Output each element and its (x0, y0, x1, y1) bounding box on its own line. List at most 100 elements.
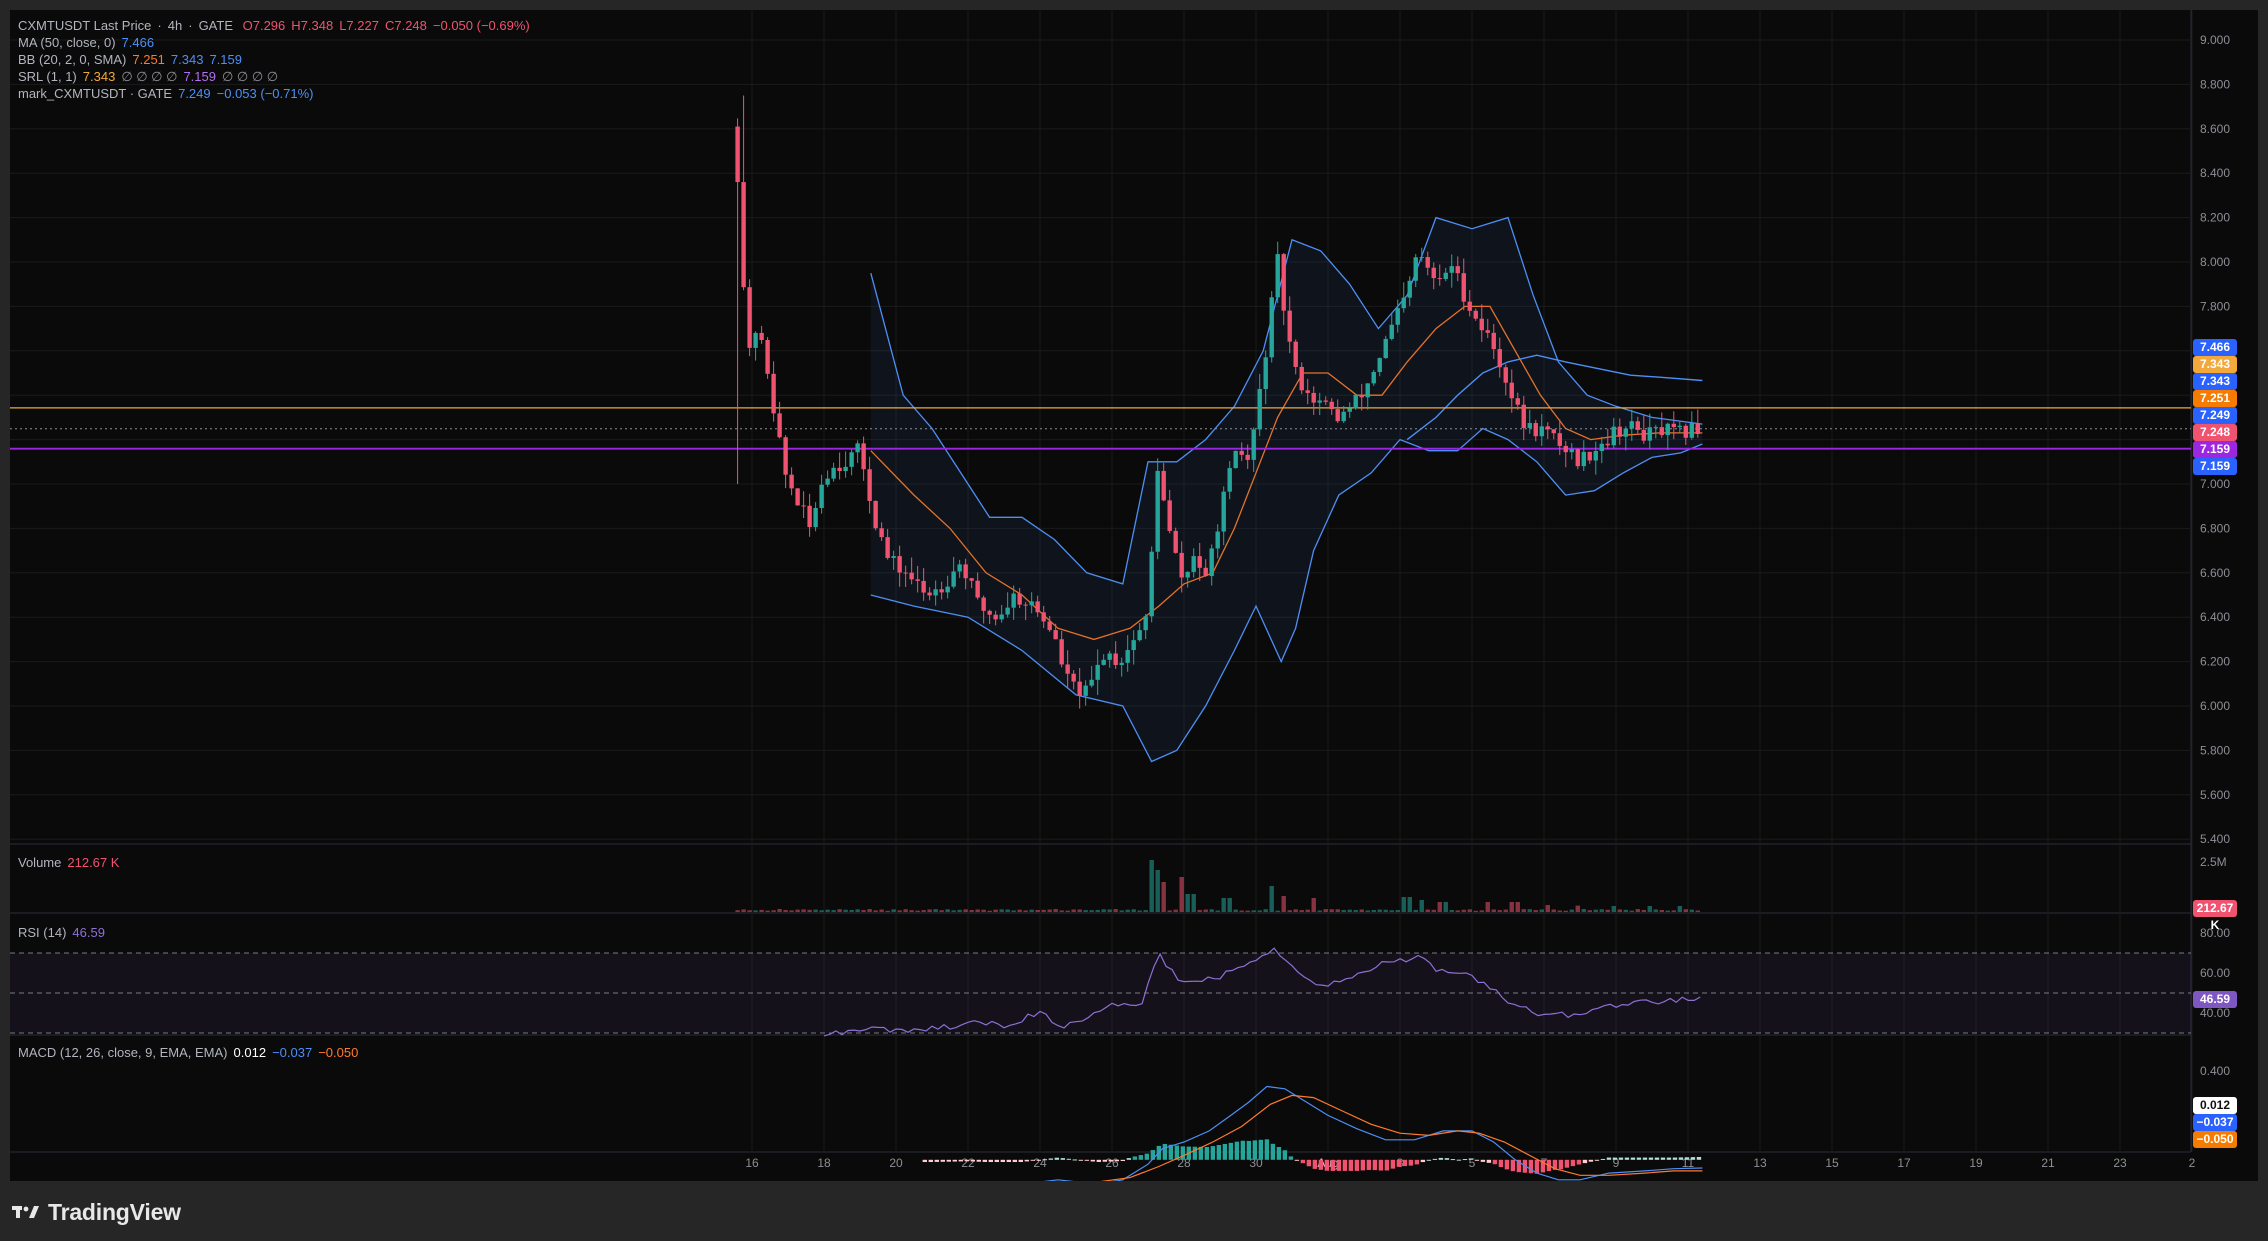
candle-body (1347, 408, 1352, 412)
macd-histogram-bar (1408, 1159, 1414, 1166)
candle-body (1407, 280, 1412, 298)
rsi-legend[interactable]: RSI (14) 46.59 (18, 924, 111, 941)
candle-body (1689, 423, 1694, 438)
macd-histogram-bar (1384, 1159, 1390, 1171)
mark-legend[interactable]: mark_CXMTUSDT · GATE 7.249 −0.053 (−0.71%) (18, 85, 320, 102)
macd-histogram-bar (1672, 1157, 1678, 1160)
candle-body (1185, 571, 1190, 578)
price-tick-label: 6.400 (2200, 610, 2230, 624)
macd-histogram-bar (1600, 1158, 1606, 1160)
candle-body (1593, 451, 1598, 461)
rsi-value: 46.59 (72, 925, 105, 940)
volume-bar (939, 910, 944, 912)
volume-bar (831, 910, 836, 912)
volume-bar (1059, 910, 1064, 912)
candle-body (1665, 423, 1670, 436)
macd-histogram-bar (1054, 1157, 1060, 1160)
volume-bar (1413, 909, 1418, 912)
macd-value-tag: 0.012 (2193, 1096, 2237, 1114)
macd-histogram-bar (928, 1159, 934, 1163)
time-tick-label: 15 (1825, 1156, 1839, 1170)
volume-bar (849, 910, 854, 912)
volume-bar (1611, 906, 1616, 912)
volume-bar (1143, 910, 1148, 912)
volume-bar (1089, 910, 1094, 912)
tradingview-logo-icon (12, 1206, 39, 1218)
ohlc-change: −0.050 (−0.69%) (432, 18, 530, 33)
candle-body (1419, 257, 1424, 259)
ma-value: 7.466 (121, 35, 155, 50)
mark-label: mark_CXMTUSDT · GATE (18, 86, 173, 101)
price-chart-svg[interactable]: 9.0008.8008.6008.4008.2008.0007.8007.600… (10, 10, 2258, 1181)
volume-bar (1647, 906, 1652, 912)
volume-bar (795, 909, 800, 912)
macd-histogram-bar (1294, 1159, 1300, 1161)
volume-bar (1119, 910, 1124, 912)
macd-hist-value: 0.012 (233, 1045, 267, 1060)
candle-body (1461, 273, 1466, 302)
brand-footer[interactable]: TradingView (12, 1196, 181, 1228)
volume-bar (987, 910, 992, 912)
candle-body (933, 589, 938, 596)
macd-histogram-bar (1264, 1139, 1270, 1160)
volume-bar (897, 910, 902, 912)
macd-histogram-bar (1504, 1159, 1510, 1170)
price-tick-label: 8.600 (2200, 122, 2230, 136)
time-tick-label: 13 (1753, 1156, 1767, 1170)
macd-histogram-bar (1132, 1156, 1138, 1160)
candle-body (1179, 552, 1184, 578)
volume-bar (1353, 910, 1358, 912)
candle-body (1383, 338, 1388, 359)
candle-body (1479, 318, 1484, 331)
volume-bar (1317, 910, 1322, 912)
macd-histogram-bar (1570, 1159, 1576, 1167)
volume-bar (1557, 910, 1562, 912)
price-tick-label: 8.200 (2200, 211, 2230, 225)
price-value-tag: 7.466 (2193, 338, 2237, 356)
volume-legend[interactable]: Volume 212.67 K (18, 854, 125, 871)
price-tick-label: 9.000 (2200, 33, 2230, 47)
volume-bar (951, 910, 956, 912)
macd-histogram-bar (1066, 1158, 1072, 1160)
macd-histogram-bar (1564, 1159, 1570, 1168)
candle-body (1371, 371, 1376, 384)
srl-legend[interactable]: SRL (1, 1) 7.343 ∅ ∅ ∅ ∅ 7.159 ∅ ∅ ∅ ∅ (18, 68, 284, 85)
candle-body (885, 537, 890, 558)
volume-bar (1545, 905, 1550, 912)
srl-label: SRL (1, 1) (18, 69, 77, 84)
bb-legend[interactable]: BB (20, 2, 0, SMA) 7.251 7.343 7.159 (18, 51, 248, 68)
ma-legend[interactable]: MA (50, close, 0) 7.466 (18, 34, 160, 51)
candle-body (1659, 427, 1664, 436)
volume-bar (735, 910, 740, 912)
macd-histogram-bar (1642, 1157, 1648, 1160)
volume-bar (1323, 909, 1328, 912)
volume-bar (891, 909, 896, 912)
candle-body (747, 287, 752, 348)
macd-histogram-bar (1402, 1159, 1408, 1167)
bb-label: BB (20, 2, 0, SMA) (18, 52, 127, 67)
volume-bar (1071, 909, 1076, 912)
candle-body (1533, 423, 1538, 437)
symbol-legend[interactable]: CXMTUSDT Last Price · 4h · GATE O7.296 H7.348… (18, 17, 536, 34)
candle-body (1221, 491, 1226, 532)
candle-body (1449, 266, 1454, 273)
symbol-name[interactable]: CXMTUSDT Last Price (18, 18, 151, 33)
volume-bar (837, 909, 842, 912)
macd-legend[interactable]: MACD (12, 26, close, 9, EMA, EMA) 0.012 −0… (18, 1044, 364, 1061)
macd-histogram-bar (1366, 1159, 1372, 1170)
candle-body (1101, 659, 1106, 665)
macd-signal-value: −0.050 (318, 1045, 359, 1060)
volume-bar (1035, 909, 1040, 912)
mark-value: 7.249 (178, 86, 211, 101)
chart-area[interactable]: 9.0008.8008.6008.4008.2008.0007.8007.600… (10, 10, 2258, 1181)
volume-bar (1209, 909, 1214, 912)
volume-bar (1257, 910, 1262, 912)
candle-body (1233, 450, 1238, 469)
ohlc-low: L7.227 (339, 18, 379, 33)
candle-body (927, 592, 932, 596)
macd-histogram-bar (958, 1159, 964, 1162)
candle-body (765, 340, 770, 374)
candle-body (1599, 443, 1604, 452)
macd-histogram-bar (952, 1159, 958, 1162)
volume-bar (1215, 910, 1220, 912)
